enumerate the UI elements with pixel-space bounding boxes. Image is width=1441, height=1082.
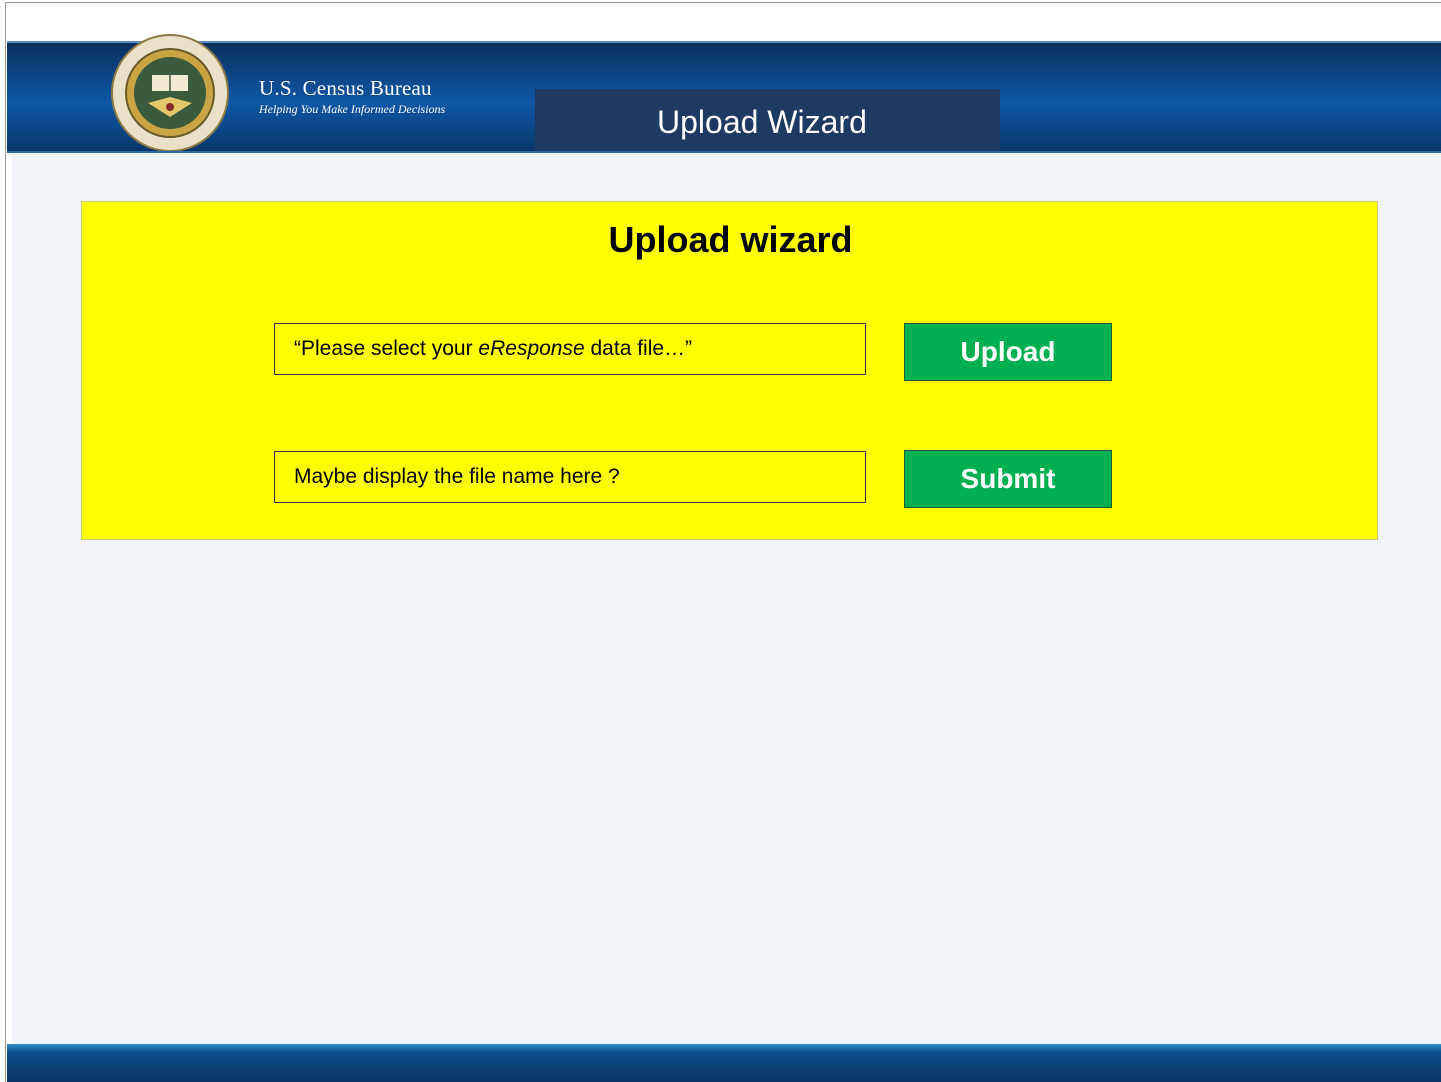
census-seal-icon [111, 34, 229, 152]
brand-title: U.S. Census Bureau [259, 76, 432, 100]
brand-tagline: Helping You Make Informed Decisions [259, 102, 446, 116]
site-footer [7, 1044, 1441, 1082]
upload-wizard-panel: Upload wizard “Please select your eRespo… [81, 201, 1378, 540]
wizard-title: Upload wizard [608, 219, 853, 260]
app-window: U.S. Census Bureau Helping You Make Info… [5, 2, 1441, 1082]
upload-button[interactable]: Upload [904, 323, 1112, 381]
file-prompt-prefix: “Please select your [294, 337, 479, 360]
page-title-tab: Upload Wizard [535, 89, 1000, 153]
file-name-display: Maybe display the file name here ? [274, 451, 866, 503]
submit-button[interactable]: Submit [904, 450, 1112, 508]
file-prompt-suffix: data file…” [584, 337, 693, 360]
file-select-prompt[interactable]: “Please select your eResponse data file…… [274, 323, 866, 375]
file-prompt-emphasis: eResponse [478, 337, 585, 360]
